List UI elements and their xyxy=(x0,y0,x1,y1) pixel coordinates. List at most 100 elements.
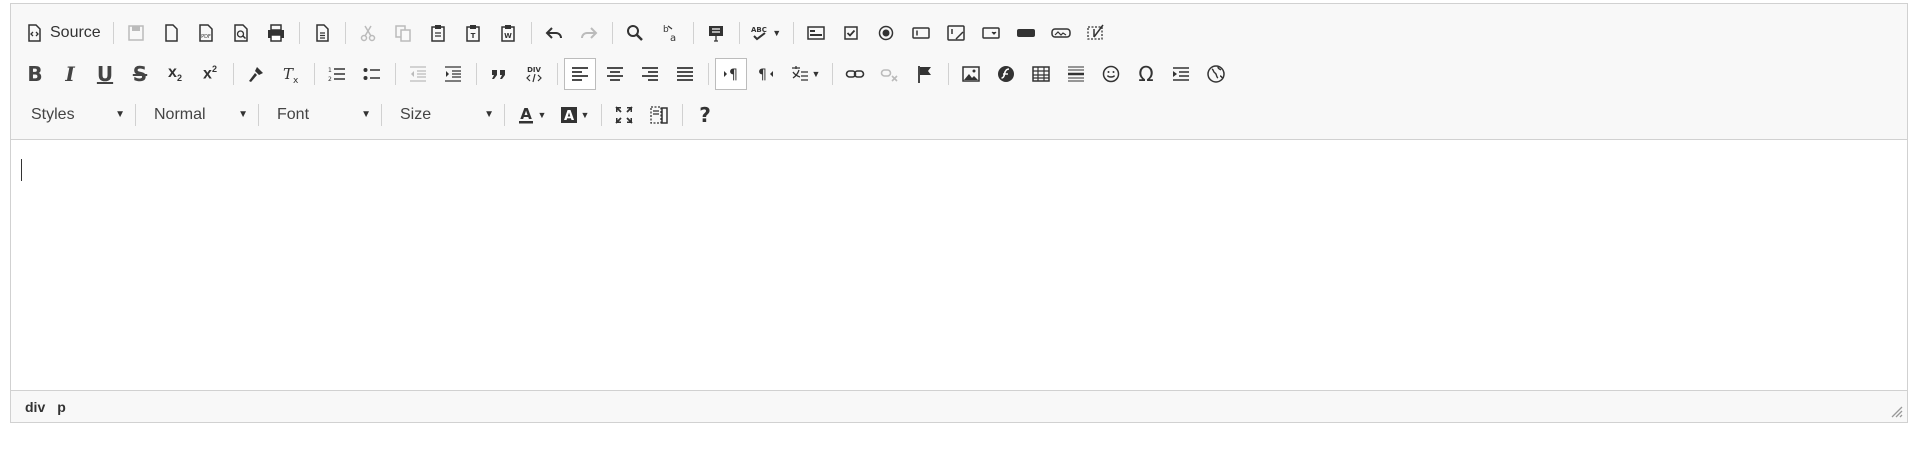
resize-handle-icon[interactable] xyxy=(1891,406,1903,418)
increase-indent-button[interactable] xyxy=(437,58,469,90)
replace-button[interactable]: ba xyxy=(654,17,686,49)
unlink-button[interactable] xyxy=(874,58,906,90)
paste-word-icon: W xyxy=(500,24,515,42)
separator xyxy=(258,103,259,126)
smiley-button[interactable] xyxy=(1095,58,1127,90)
image-button-field-button[interactable] xyxy=(1045,17,1077,49)
element-path-div[interactable]: div xyxy=(25,399,45,415)
undo-button[interactable] xyxy=(538,17,570,49)
iframe-button[interactable] xyxy=(1200,58,1232,90)
paste-text-button[interactable]: T xyxy=(457,17,489,49)
undo-icon xyxy=(545,26,562,39)
radio-button[interactable] xyxy=(870,17,902,49)
language-button[interactable]: ▼ xyxy=(785,58,825,90)
bulleted-list-button[interactable] xyxy=(356,58,388,90)
select-field-button[interactable] xyxy=(975,17,1007,49)
copy-formatting-button[interactable] xyxy=(240,58,272,90)
bulleted-list-icon xyxy=(363,67,380,80)
form-icon xyxy=(806,25,825,40)
indent-icon xyxy=(445,65,461,82)
subscript-icon: x2 xyxy=(168,63,182,84)
save-button[interactable] xyxy=(120,17,152,49)
button-field-button[interactable] xyxy=(1010,17,1042,49)
cut-button[interactable] xyxy=(352,17,384,49)
radio-icon xyxy=(878,25,893,40)
new-page-button[interactable] xyxy=(155,17,187,49)
align-center-button[interactable] xyxy=(599,58,631,90)
superscript-button[interactable]: x2 xyxy=(194,58,226,90)
source-button[interactable]: Source xyxy=(19,17,106,49)
print-button[interactable] xyxy=(260,17,292,49)
create-div-button[interactable]: DIV xyxy=(518,58,550,90)
svg-text:¶: ¶ xyxy=(729,67,738,83)
svg-text:DIV: DIV xyxy=(527,66,541,74)
special-char-button[interactable]: Ω xyxy=(1130,58,1162,90)
separator xyxy=(611,21,613,44)
find-button[interactable] xyxy=(619,17,651,49)
align-left-button[interactable] xyxy=(564,57,596,90)
strikethrough-icon: S xyxy=(132,61,148,86)
separator xyxy=(395,62,396,85)
numbered-list-button[interactable]: 12 xyxy=(321,58,353,90)
copy-button[interactable] xyxy=(387,17,419,49)
editor-content-area[interactable] xyxy=(11,140,1907,392)
paste-from-word-button[interactable]: W xyxy=(492,17,524,49)
format-dropdown[interactable]: Normal ▼ xyxy=(142,99,254,131)
align-right-button[interactable] xyxy=(634,58,666,90)
text-caret xyxy=(21,159,22,181)
element-path-p[interactable]: p xyxy=(57,399,66,415)
dropdown-arrow-icon: ▼ xyxy=(580,109,590,120)
text-direction-ltr-button[interactable]: ¶ xyxy=(715,57,747,90)
page-break-button[interactable] xyxy=(1165,58,1197,90)
redo-button[interactable] xyxy=(573,17,605,49)
form-button[interactable] xyxy=(800,17,832,49)
link-button[interactable] xyxy=(839,58,871,90)
text-color-button[interactable]: A ▼ xyxy=(511,99,551,131)
italic-button[interactable]: I xyxy=(54,58,86,90)
about-button[interactable]: ? xyxy=(689,99,721,131)
subscript-button[interactable]: x2 xyxy=(159,58,191,90)
dropdown-arrow-icon: ▼ xyxy=(772,27,782,38)
underline-button[interactable]: U xyxy=(89,58,121,90)
redo-icon xyxy=(580,26,598,39)
source-label: Source xyxy=(50,23,101,41)
styles-dropdown[interactable]: Styles ▼ xyxy=(19,99,131,131)
strikethrough-button[interactable]: S xyxy=(124,58,156,90)
select-all-icon xyxy=(708,25,723,42)
hidden-field-button[interactable] xyxy=(1080,17,1112,49)
horizontal-line-button[interactable] xyxy=(1060,58,1092,90)
maximize-button[interactable] xyxy=(608,99,640,131)
select-all-button[interactable] xyxy=(700,17,732,49)
export-pdf-button[interactable]: PDF xyxy=(190,17,222,49)
chevron-down-icon: ▼ xyxy=(238,109,248,120)
font-dropdown[interactable]: Font ▼ xyxy=(265,99,377,131)
image-button[interactable] xyxy=(955,58,987,90)
paste-button[interactable] xyxy=(422,17,454,49)
templates-button[interactable] xyxy=(306,17,338,49)
size-dropdown[interactable]: Size ▼ xyxy=(388,99,500,131)
smiley-icon xyxy=(1102,65,1120,82)
text-direction-rtl-button[interactable]: ¶ xyxy=(750,58,782,90)
separator xyxy=(948,62,949,85)
decrease-indent-button[interactable] xyxy=(402,58,434,90)
text-field-button[interactable] xyxy=(905,17,937,49)
background-color-button[interactable]: A ▼ xyxy=(554,99,594,131)
outdent-icon xyxy=(410,65,426,82)
toolbar-row-2: B I U S x2 x2 Tx 12 DIV ¶ ¶ ▼ Ω xyxy=(19,53,1899,94)
anchor-button[interactable] xyxy=(909,58,941,90)
table-button[interactable] xyxy=(1025,58,1057,90)
flash-button[interactable] xyxy=(990,58,1022,90)
show-blocks-button[interactable] xyxy=(643,99,675,131)
textarea-button[interactable] xyxy=(940,17,972,49)
unlink-icon xyxy=(880,68,898,82)
bold-button[interactable]: B xyxy=(19,58,51,90)
italic-icon: I xyxy=(65,61,75,86)
text-color-icon: A xyxy=(518,105,533,123)
blockquote-button[interactable] xyxy=(483,58,515,90)
justify-button[interactable] xyxy=(669,58,701,90)
checkbox-button[interactable] xyxy=(835,17,867,49)
separator xyxy=(314,62,315,85)
preview-button[interactable] xyxy=(225,17,257,49)
remove-format-button[interactable]: Tx xyxy=(275,58,307,90)
spellcheck-button[interactable]: ABC ▼ xyxy=(746,17,786,49)
